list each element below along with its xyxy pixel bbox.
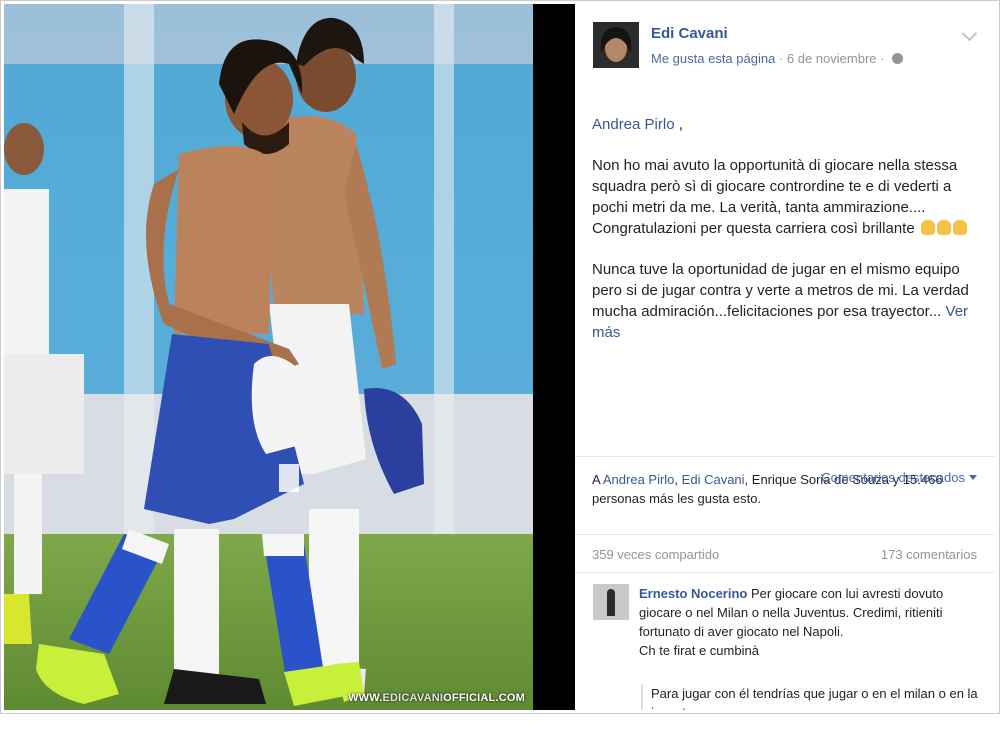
divider-line xyxy=(575,572,995,573)
comments-count[interactable]: 173 comentarios xyxy=(881,547,977,562)
comment-text-line2: Ch te firat e cumbinà xyxy=(639,643,759,658)
clap-emoji-icon xyxy=(920,220,935,235)
clap-emoji-icon xyxy=(936,220,951,235)
comment-author[interactable]: Ernesto Nocerino xyxy=(639,586,747,601)
watermark-suffix: OFFICIAL.COM xyxy=(443,692,525,704)
post-meta: Me gusta esta página · 6 de noviembre · xyxy=(651,51,904,66)
comment-body: Ernesto Nocerino Per giocare con lui avr… xyxy=(639,584,979,660)
mention-suffix: , xyxy=(674,116,683,133)
post-date[interactable]: 6 de noviembre xyxy=(787,51,877,66)
meta-dot: · xyxy=(880,51,889,66)
reactions-prefix: A xyxy=(592,472,600,487)
chevron-down-icon[interactable] xyxy=(961,25,978,42)
photo-illustration xyxy=(4,4,533,710)
divider-line xyxy=(575,534,995,535)
divider-line xyxy=(575,456,995,457)
watermark-prefix: WWW. xyxy=(348,692,383,704)
comment-translation: Para jugar con él tendrías que jugar o e… xyxy=(641,684,981,710)
meta-dot: · xyxy=(778,51,787,66)
mention-link[interactable]: Andrea Pirlo xyxy=(592,116,675,133)
photo-divider xyxy=(533,4,575,710)
post-body: Andrea Pirlo , Non ho mai avuto la oppor… xyxy=(592,114,984,363)
post-side-panel: Edi Cavani Me gusta esta página · 6 de n… xyxy=(575,4,995,710)
liker-link[interactable]: Andrea Pirlo xyxy=(603,472,675,487)
clap-emoji-icon xyxy=(952,220,967,235)
caret-down-icon xyxy=(969,475,977,480)
post-paragraph-italian: Non ho mai avuto la opportunità di gioca… xyxy=(592,157,958,237)
like-page-link[interactable]: Me gusta esta página xyxy=(651,51,775,66)
top-comments-dropdown[interactable]: Comentarios destacados xyxy=(821,470,977,485)
page-avatar[interactable] xyxy=(593,22,639,68)
post-photo[interactable]: WWW.EDICAVANIOFFICIAL.COM xyxy=(4,4,533,710)
watermark-brand: EDICAVANI xyxy=(382,692,444,704)
page-name[interactable]: Edi Cavani xyxy=(651,25,728,42)
reactions-sep: , xyxy=(674,472,679,487)
shares-count[interactable]: 359 veces compartido xyxy=(592,547,719,562)
commenter-avatar[interactable] xyxy=(593,584,629,620)
globe-icon xyxy=(892,53,904,64)
liker-link[interactable]: Edi Cavani xyxy=(682,472,745,487)
top-comments-label: Comentarios destacados xyxy=(821,470,965,485)
post-paragraph-spanish: Nunca tuve la oportunidad de jugar en el… xyxy=(592,261,969,320)
photo-watermark: WWW.EDICAVANIOFFICIAL.COM xyxy=(348,692,525,704)
